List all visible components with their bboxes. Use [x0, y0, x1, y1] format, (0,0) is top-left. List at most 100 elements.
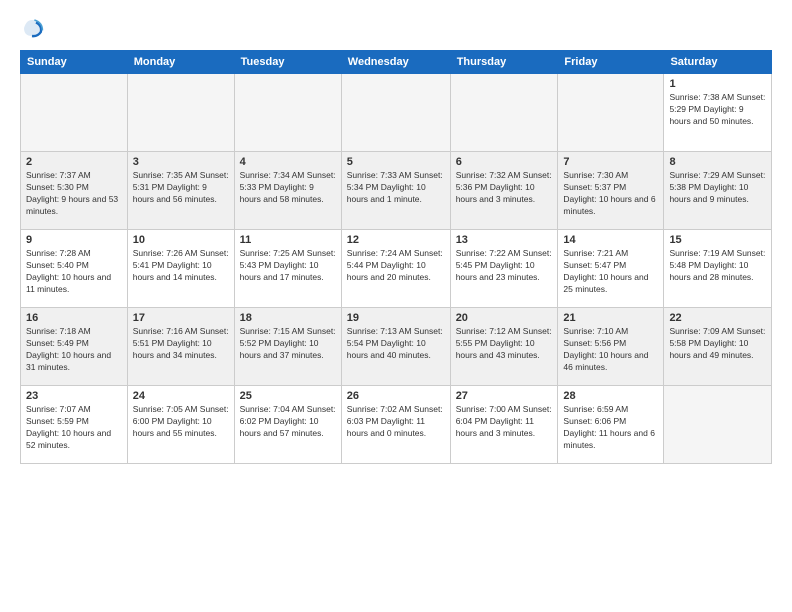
day-info: Sunrise: 7:22 AM Sunset: 5:45 PM Dayligh… — [456, 248, 553, 284]
calendar-day-cell: 27 Sunrise: 7:00 AM Sunset: 6:04 PM Dayli… — [450, 386, 558, 464]
calendar-week-row: 1 Sunrise: 7:38 AM Sunset: 5:29 PM Daylig… — [21, 74, 772, 152]
day-info: Sunrise: 7:28 AM Sunset: 5:40 PM Dayligh… — [26, 248, 122, 296]
day-number: 22 — [669, 312, 766, 324]
day-info: Sunrise: 7:19 AM Sunset: 5:48 PM Dayligh… — [669, 248, 766, 284]
calendar-day-cell: 1 Sunrise: 7:38 AM Sunset: 5:29 PM Daylig… — [664, 74, 772, 152]
day-info: Sunrise: 7:34 AM Sunset: 5:33 PM Dayligh… — [240, 170, 336, 206]
calendar-day-cell: 14Sunrise: 7:21 AM Sunset: 5:47 PM Dayli… — [558, 230, 664, 308]
day-info: Sunrise: 7:33 AM Sunset: 5:34 PM Dayligh… — [347, 170, 445, 206]
day-info: Sunrise: 7:12 AM Sunset: 5:55 PM Dayligh… — [456, 326, 553, 362]
day-info: Sunrise: 7:32 AM Sunset: 5:36 PM Dayligh… — [456, 170, 553, 206]
day-number: 10 — [133, 234, 229, 246]
calendar-day-cell — [664, 386, 772, 464]
day-info: Sunrise: 7:38 AM Sunset: 5:29 PM Dayligh… — [669, 92, 766, 128]
day-info: Sunrise: 7:21 AM Sunset: 5:47 PM Dayligh… — [563, 248, 658, 296]
day-info: Sunrise: 7:18 AM Sunset: 5:49 PM Dayligh… — [26, 326, 122, 374]
logo — [20, 16, 48, 40]
day-number: 7 — [563, 156, 658, 168]
day-number: 12 — [347, 234, 445, 246]
calendar-week-row: 2 Sunrise: 7:37 AM Sunset: 5:30 PM Daylig… — [21, 152, 772, 230]
calendar-day-cell: 6 Sunrise: 7:32 AM Sunset: 5:36 PM Daylig… — [450, 152, 558, 230]
weekday-header: Thursday — [450, 51, 558, 74]
day-number: 28 — [563, 390, 658, 402]
calendar-day-cell — [450, 74, 558, 152]
calendar-day-cell: 19 Sunrise: 7:13 AM Sunset: 5:54 PM Dayli… — [341, 308, 450, 386]
day-info: Sunrise: 7:35 AM Sunset: 5:31 PM Dayligh… — [133, 170, 229, 206]
day-info: Sunrise: 7:05 AM Sunset: 6:00 PM Dayligh… — [133, 404, 229, 440]
logo-icon — [20, 16, 44, 40]
day-number: 1 — [669, 78, 766, 90]
calendar-day-cell: 21Sunrise: 7:10 AM Sunset: 5:56 PM Dayli… — [558, 308, 664, 386]
day-info: Sunrise: 7:02 AM Sunset: 6:03 PM Dayligh… — [347, 404, 445, 440]
day-info: Sunrise: 7:10 AM Sunset: 5:56 PM Dayligh… — [563, 326, 658, 374]
calendar-day-cell: 16 Sunrise: 7:18 AM Sunset: 5:49 PM Dayli… — [21, 308, 128, 386]
calendar-day-cell: 5 Sunrise: 7:33 AM Sunset: 5:34 PM Daylig… — [341, 152, 450, 230]
day-number: 19 — [347, 312, 445, 324]
day-number: 17 — [133, 312, 229, 324]
day-info: Sunrise: 7:37 AM Sunset: 5:30 PM Dayligh… — [26, 170, 122, 218]
calendar-day-cell: 8 Sunrise: 7:29 AM Sunset: 5:38 PM Daylig… — [664, 152, 772, 230]
calendar-day-cell: 17 Sunrise: 7:16 AM Sunset: 5:51 PM Dayli… — [127, 308, 234, 386]
day-info: Sunrise: 7:26 AM Sunset: 5:41 PM Dayligh… — [133, 248, 229, 284]
calendar-day-cell: 3 Sunrise: 7:35 AM Sunset: 5:31 PM Daylig… — [127, 152, 234, 230]
day-number: 15 — [669, 234, 766, 246]
day-info: Sunrise: 7:09 AM Sunset: 5:58 PM Dayligh… — [669, 326, 766, 362]
calendar-day-cell — [21, 74, 128, 152]
calendar-day-cell: 12 Sunrise: 7:24 AM Sunset: 5:44 PM Dayli… — [341, 230, 450, 308]
calendar-week-row: 9 Sunrise: 7:28 AM Sunset: 5:40 PM Daylig… — [21, 230, 772, 308]
day-number: 3 — [133, 156, 229, 168]
weekday-header-row: SundayMondayTuesdayWednesdayThursdayFrid… — [21, 51, 772, 74]
weekday-header: Monday — [127, 51, 234, 74]
calendar-week-row: 23Sunrise: 7:07 AM Sunset: 5:59 PM Dayli… — [21, 386, 772, 464]
day-info: Sunrise: 7:16 AM Sunset: 5:51 PM Dayligh… — [133, 326, 229, 362]
calendar-day-cell: 20 Sunrise: 7:12 AM Sunset: 5:55 PM Dayli… — [450, 308, 558, 386]
day-info: Sunrise: 7:13 AM Sunset: 5:54 PM Dayligh… — [347, 326, 445, 362]
calendar-day-cell: 28 Sunrise: 6:59 AM Sunset: 6:06 PM Dayli… — [558, 386, 664, 464]
calendar-day-cell: 13 Sunrise: 7:22 AM Sunset: 5:45 PM Dayli… — [450, 230, 558, 308]
day-number: 11 — [240, 234, 336, 246]
page: SundayMondayTuesdayWednesdayThursdayFrid… — [0, 0, 792, 612]
weekday-header: Sunday — [21, 51, 128, 74]
day-number: 4 — [240, 156, 336, 168]
weekday-header: Wednesday — [341, 51, 450, 74]
calendar-week-row: 16 Sunrise: 7:18 AM Sunset: 5:49 PM Dayli… — [21, 308, 772, 386]
day-info: Sunrise: 7:30 AM Sunset: 5:37 PM Dayligh… — [563, 170, 658, 218]
day-number: 16 — [26, 312, 122, 324]
day-number: 8 — [669, 156, 766, 168]
day-info: Sunrise: 7:00 AM Sunset: 6:04 PM Dayligh… — [456, 404, 553, 440]
calendar-day-cell: 24 Sunrise: 7:05 AM Sunset: 6:00 PM Dayli… — [127, 386, 234, 464]
day-number: 25 — [240, 390, 336, 402]
day-number: 26 — [347, 390, 445, 402]
header — [20, 16, 772, 40]
calendar-day-cell: 10 Sunrise: 7:26 AM Sunset: 5:41 PM Dayli… — [127, 230, 234, 308]
day-info: Sunrise: 6:59 AM Sunset: 6:06 PM Dayligh… — [563, 404, 658, 452]
day-number: 9 — [26, 234, 122, 246]
calendar-day-cell: 2 Sunrise: 7:37 AM Sunset: 5:30 PM Daylig… — [21, 152, 128, 230]
calendar-day-cell: 11 Sunrise: 7:25 AM Sunset: 5:43 PM Dayli… — [234, 230, 341, 308]
calendar-day-cell: 25 Sunrise: 7:04 AM Sunset: 6:02 PM Dayli… — [234, 386, 341, 464]
calendar-day-cell: 22 Sunrise: 7:09 AM Sunset: 5:58 PM Dayli… — [664, 308, 772, 386]
weekday-header: Saturday — [664, 51, 772, 74]
day-number: 5 — [347, 156, 445, 168]
day-number: 13 — [456, 234, 553, 246]
calendar-day-cell — [234, 74, 341, 152]
day-info: Sunrise: 7:04 AM Sunset: 6:02 PM Dayligh… — [240, 404, 336, 440]
day-number: 20 — [456, 312, 553, 324]
day-info: Sunrise: 7:07 AM Sunset: 5:59 PM Dayligh… — [26, 404, 122, 452]
calendar-day-cell: 18Sunrise: 7:15 AM Sunset: 5:52 PM Dayli… — [234, 308, 341, 386]
day-number: 24 — [133, 390, 229, 402]
calendar: SundayMondayTuesdayWednesdayThursdayFrid… — [20, 50, 772, 464]
day-info: Sunrise: 7:29 AM Sunset: 5:38 PM Dayligh… — [669, 170, 766, 206]
calendar-day-cell — [558, 74, 664, 152]
day-info: Sunrise: 7:24 AM Sunset: 5:44 PM Dayligh… — [347, 248, 445, 284]
calendar-day-cell: 26 Sunrise: 7:02 AM Sunset: 6:03 PM Dayli… — [341, 386, 450, 464]
calendar-day-cell: 7 Sunrise: 7:30 AM Sunset: 5:37 PM Daylig… — [558, 152, 664, 230]
calendar-day-cell — [127, 74, 234, 152]
day-number: 6 — [456, 156, 553, 168]
calendar-day-cell — [341, 74, 450, 152]
day-number: 2 — [26, 156, 122, 168]
weekday-header: Tuesday — [234, 51, 341, 74]
day-info: Sunrise: 7:25 AM Sunset: 5:43 PM Dayligh… — [240, 248, 336, 284]
calendar-day-cell: 23Sunrise: 7:07 AM Sunset: 5:59 PM Dayli… — [21, 386, 128, 464]
day-number: 27 — [456, 390, 553, 402]
